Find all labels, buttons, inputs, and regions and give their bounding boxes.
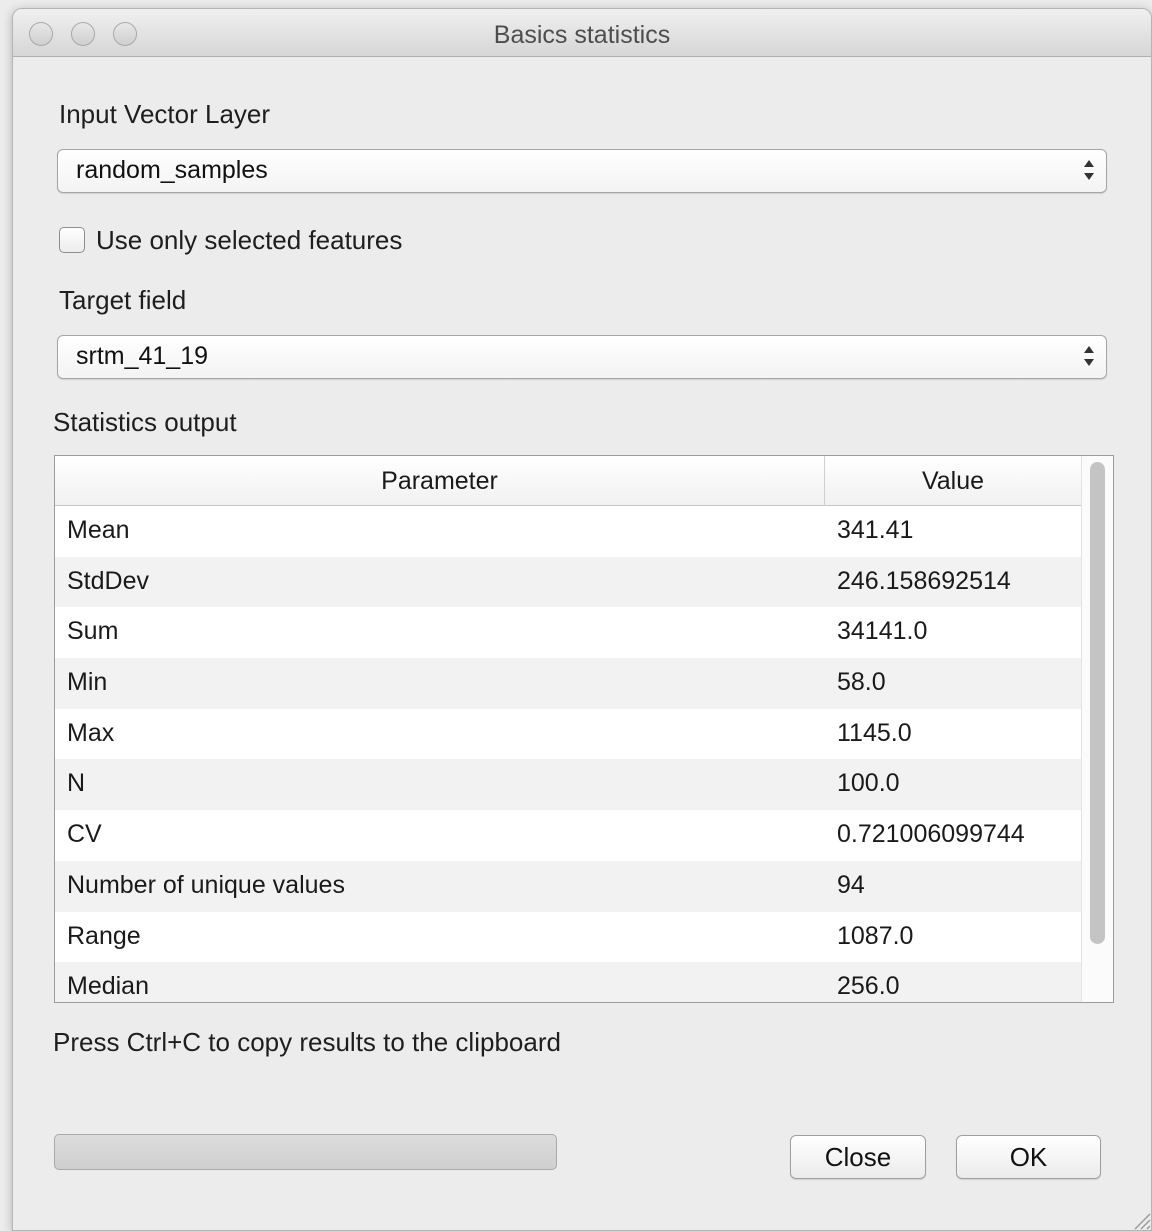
ok-button[interactable]: OK [956, 1135, 1101, 1179]
value-cell: 1145.0 [837, 718, 912, 747]
table-row[interactable]: Max 1145.0 [55, 709, 1081, 760]
selected-features-label: Use only selected features [96, 225, 403, 255]
table-row[interactable]: Min 58.0 [55, 658, 1081, 709]
value-cell: 1087.0 [837, 921, 914, 950]
table-body: Mean 341.41 StdDev 246.158692514 Sum 34141.… [55, 506, 1081, 1002]
up-down-arrows-icon [1082, 344, 1096, 370]
value-cell: 256.0 [837, 972, 900, 1001]
statistics-output-label: Statistics output [53, 407, 237, 437]
title-bar: Basics statistics [13, 9, 1151, 57]
target-field-label: Target field [59, 285, 187, 315]
close-button[interactable]: Close [790, 1135, 926, 1179]
parameter-cell: N [67, 769, 86, 798]
resize-grip-icon[interactable] [1129, 1208, 1151, 1230]
table-row[interactable]: Sum 34141.0 [55, 607, 1081, 658]
table-row[interactable]: Number of unique values 94 [55, 860, 1081, 912]
table-row[interactable]: Mean 341.41 [55, 506, 1081, 557]
input-layer-label: Input Vector Layer [59, 99, 271, 129]
value-cell: 341.41 [837, 516, 914, 544]
target-field-select[interactable]: srtm_41_19 [57, 335, 1107, 379]
table-row[interactable]: Range 1087.0 [55, 912, 1081, 963]
value-cell: 100.0 [837, 769, 900, 798]
value-cell: 34141.0 [837, 617, 928, 646]
parameter-cell: StdDev [67, 566, 149, 595]
parameter-cell: Mean [67, 516, 130, 544]
table-row[interactable]: Median 256.0 [55, 962, 1081, 1002]
selected-features-checkbox[interactable] [59, 227, 85, 253]
progress-bar [54, 1134, 557, 1170]
table-header: Parameter Value [55, 456, 1081, 506]
value-cell: 246.158692514 [837, 566, 1011, 595]
column-header-value[interactable]: Value [825, 456, 1081, 506]
value-cell: 94 [837, 870, 865, 899]
input-layer-value: random_samples [76, 156, 268, 184]
parameter-cell: Range [67, 921, 141, 950]
window-title: Basics statistics [493, 21, 671, 49]
statistics-table[interactable]: Parameter Value Mean 341.41 StdDev 246.158… [54, 455, 1114, 1003]
table-scrollbar[interactable] [1081, 456, 1113, 1002]
column-header-parameter[interactable]: Parameter [55, 456, 825, 506]
table-row[interactable]: StdDev 246.158692514 [55, 556, 1081, 608]
value-cell: 58.0 [837, 668, 886, 697]
target-field-value: srtm_41_19 [76, 342, 209, 370]
clipboard-hint: Press Ctrl+C to copy results to the clip… [53, 1027, 561, 1057]
basics-statistics-dialog: Basics statistics Input Vector Layer ran… [12, 8, 1152, 1231]
table-row[interactable]: CV 0.721006099744 [55, 810, 1081, 861]
parameter-cell: Median [67, 972, 149, 1001]
scrollbar-thumb[interactable] [1090, 462, 1105, 944]
parameter-cell: CV [67, 820, 102, 849]
parameter-cell: Number of unique values [67, 870, 345, 899]
table-row[interactable]: N 100.0 [55, 759, 1081, 811]
parameter-cell: Sum [67, 617, 119, 646]
input-layer-select[interactable]: random_samples [57, 149, 1107, 193]
up-down-arrows-icon [1082, 158, 1096, 184]
parameter-cell: Min [67, 668, 108, 697]
parameter-cell: Max [67, 718, 115, 747]
value-cell: 0.721006099744 [837, 820, 1025, 849]
